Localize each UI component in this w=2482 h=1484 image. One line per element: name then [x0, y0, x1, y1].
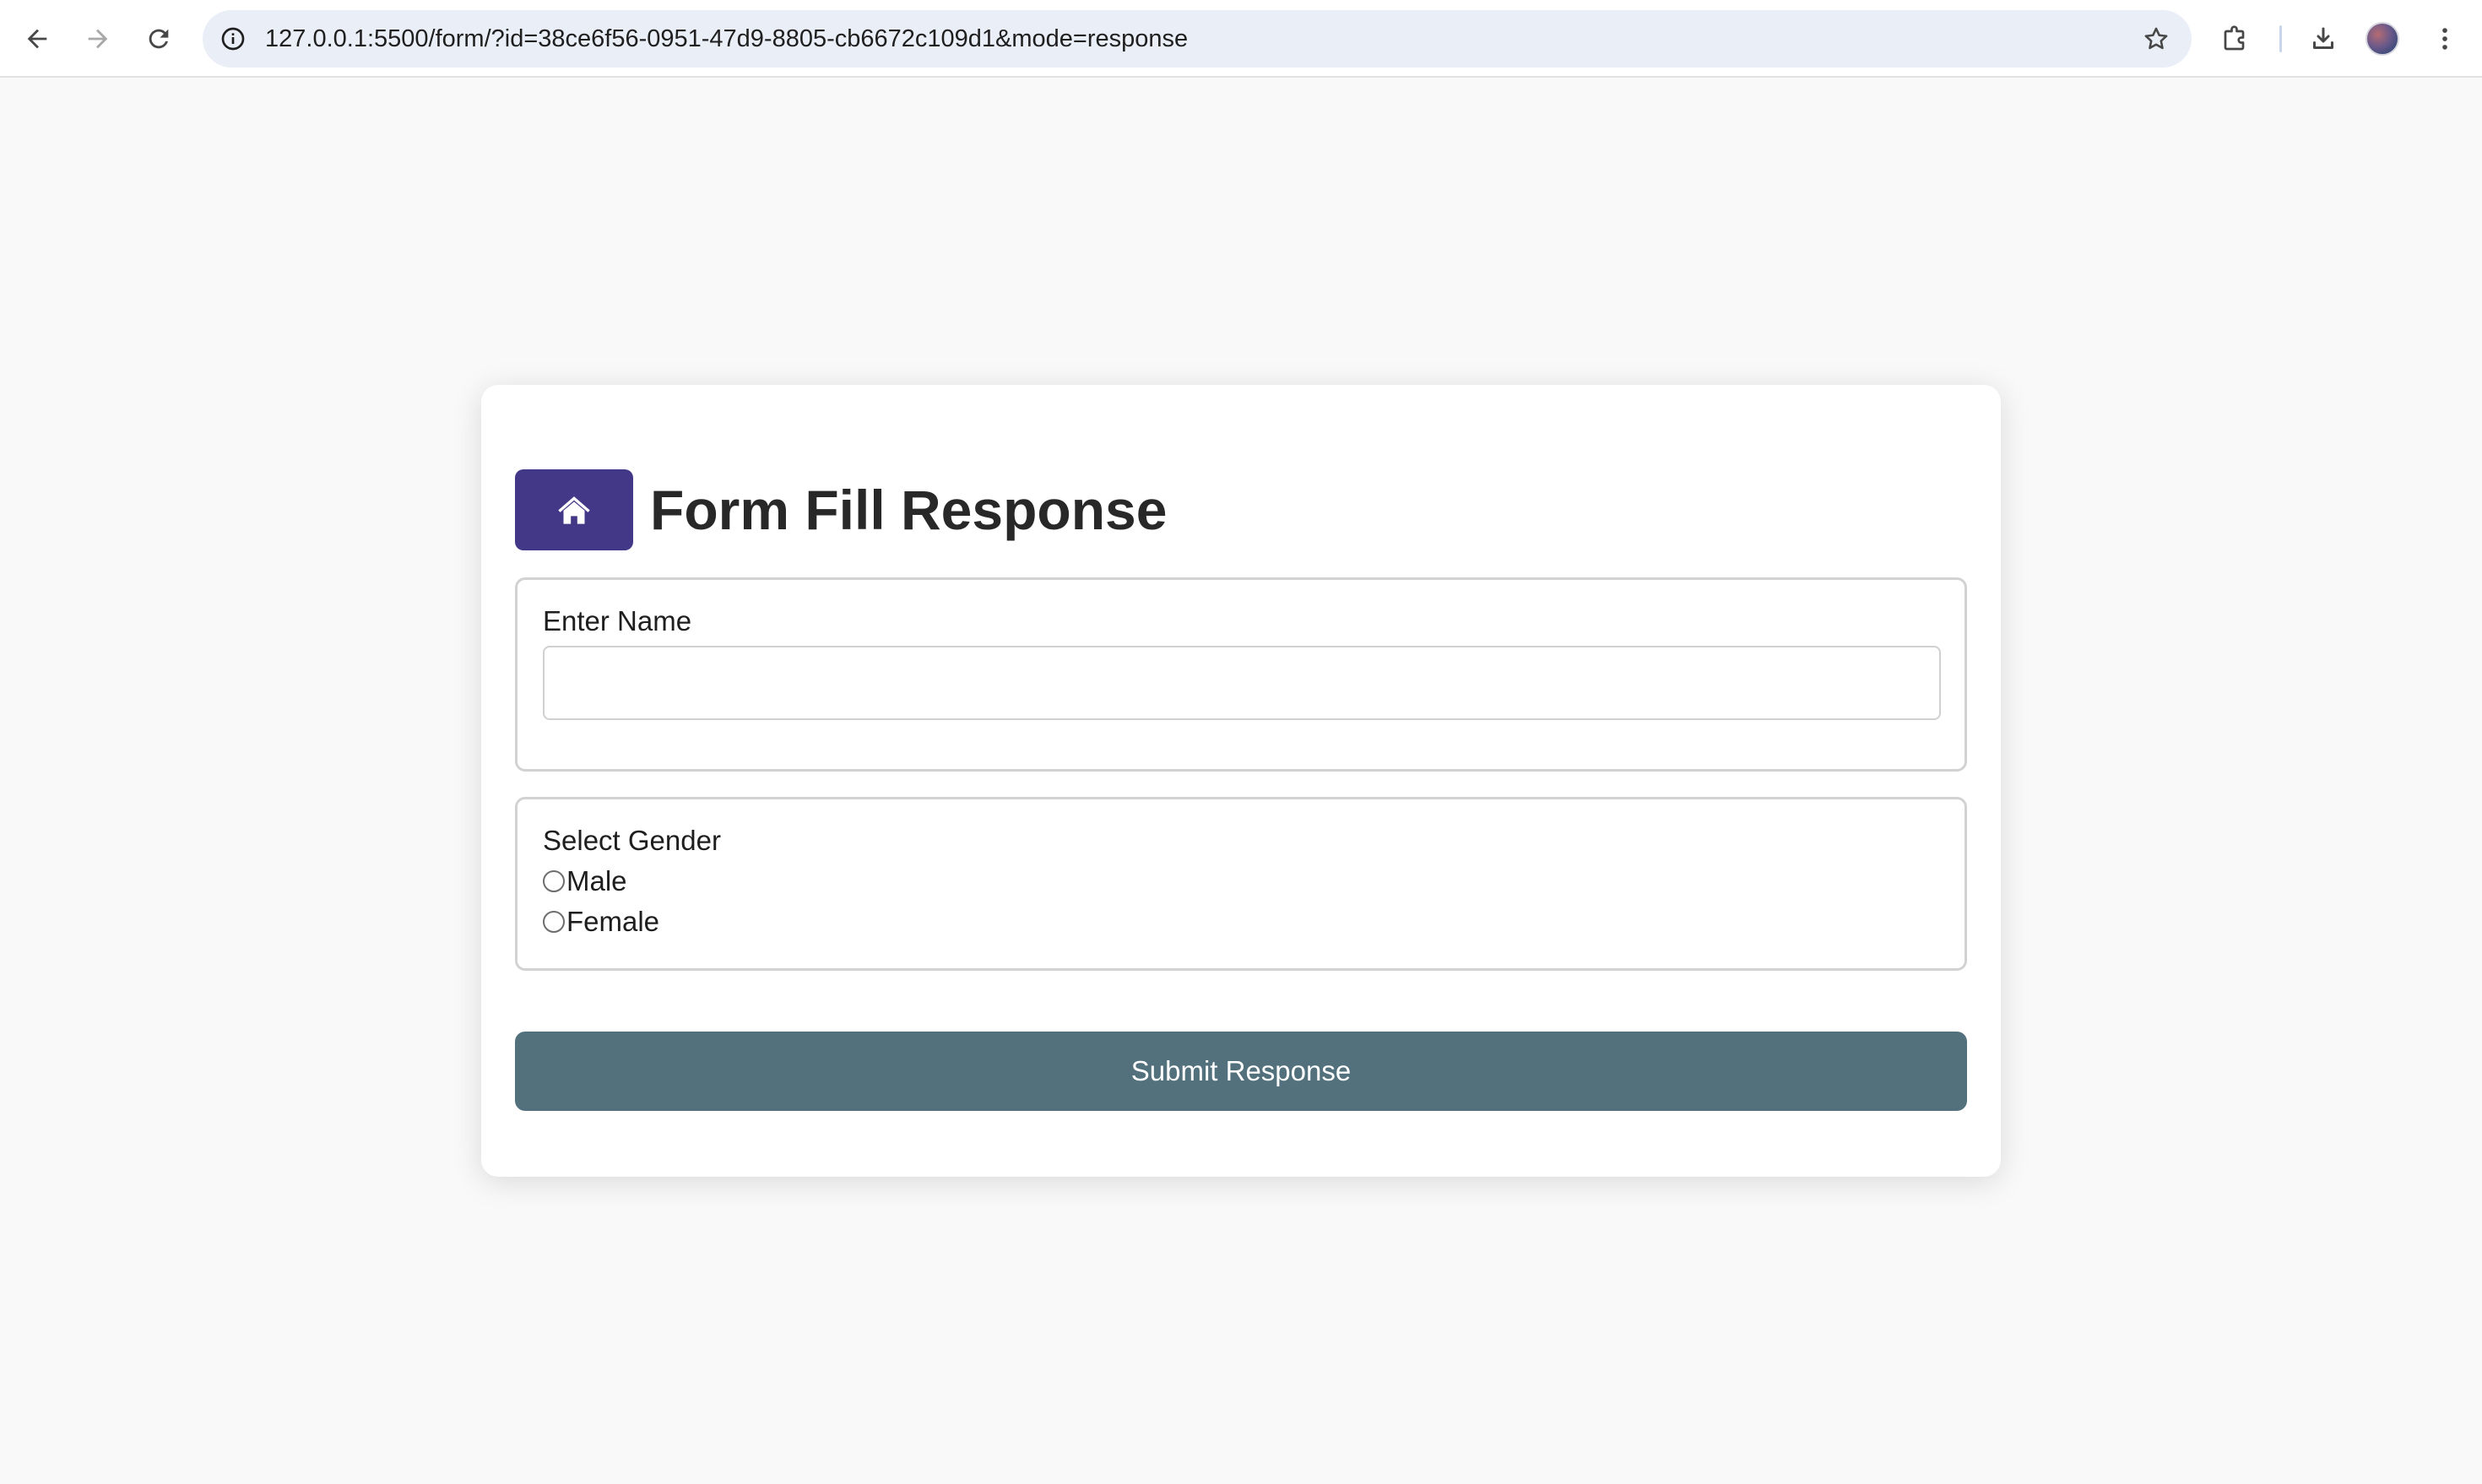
option-label-male: Male: [566, 865, 627, 896]
submit-response-button[interactable]: Submit Response: [515, 1032, 1967, 1111]
radio-button-female[interactable]: [543, 911, 565, 933]
arrow-left-icon: [27, 29, 47, 49]
reload-button[interactable]: [135, 15, 182, 62]
reload-icon: [149, 29, 169, 49]
arrow-right-icon: [88, 29, 108, 49]
home-icon: [558, 496, 590, 524]
url-text: 127.0.0.1:5500/form/?id=38ce6f56-0951-47…: [265, 25, 1189, 52]
form-header: Form Fill Response: [515, 469, 1167, 550]
gender-label: Select Gender: [543, 825, 721, 856]
name-question: Enter Name: [515, 577, 1967, 772]
gender-question: Select Gender Male Female: [515, 797, 1967, 971]
address-bar[interactable]: 127.0.0.1:5500/form/?id=38ce6f56-0951-47…: [203, 10, 2192, 68]
profile-avatar[interactable]: [2365, 22, 2399, 56]
back-button[interactable]: [14, 15, 61, 62]
radio-button-male[interactable]: [543, 870, 565, 892]
bookmark-star-icon[interactable]: [2139, 22, 2173, 56]
home-button[interactable]: [515, 469, 633, 550]
option-label-female: Female: [566, 906, 660, 937]
extensions-button[interactable]: [2212, 15, 2259, 62]
browser-toolbar: 127.0.0.1:5500/form/?id=38ce6f56-0951-47…: [0, 0, 2482, 78]
name-label: Enter Name: [543, 605, 692, 636]
site-info-icon[interactable]: [216, 22, 250, 56]
download-icon: [2313, 27, 2333, 49]
gender-option-female[interactable]: Female: [543, 906, 659, 938]
kebab-menu-icon: [2442, 28, 2447, 50]
page-title: Form Fill Response: [650, 479, 1168, 541]
downloads-button[interactable]: [2300, 15, 2347, 62]
browser-menu-button[interactable]: [2421, 15, 2468, 62]
form-card: Form Fill Response Enter Name Select Gen…: [481, 385, 2001, 1177]
toolbar-divider: [2279, 25, 2282, 52]
forward-button[interactable]: [74, 15, 122, 62]
gender-option-male[interactable]: Male: [543, 865, 627, 897]
name-input[interactable]: [543, 646, 1941, 720]
puzzle-icon: [2224, 25, 2245, 51]
